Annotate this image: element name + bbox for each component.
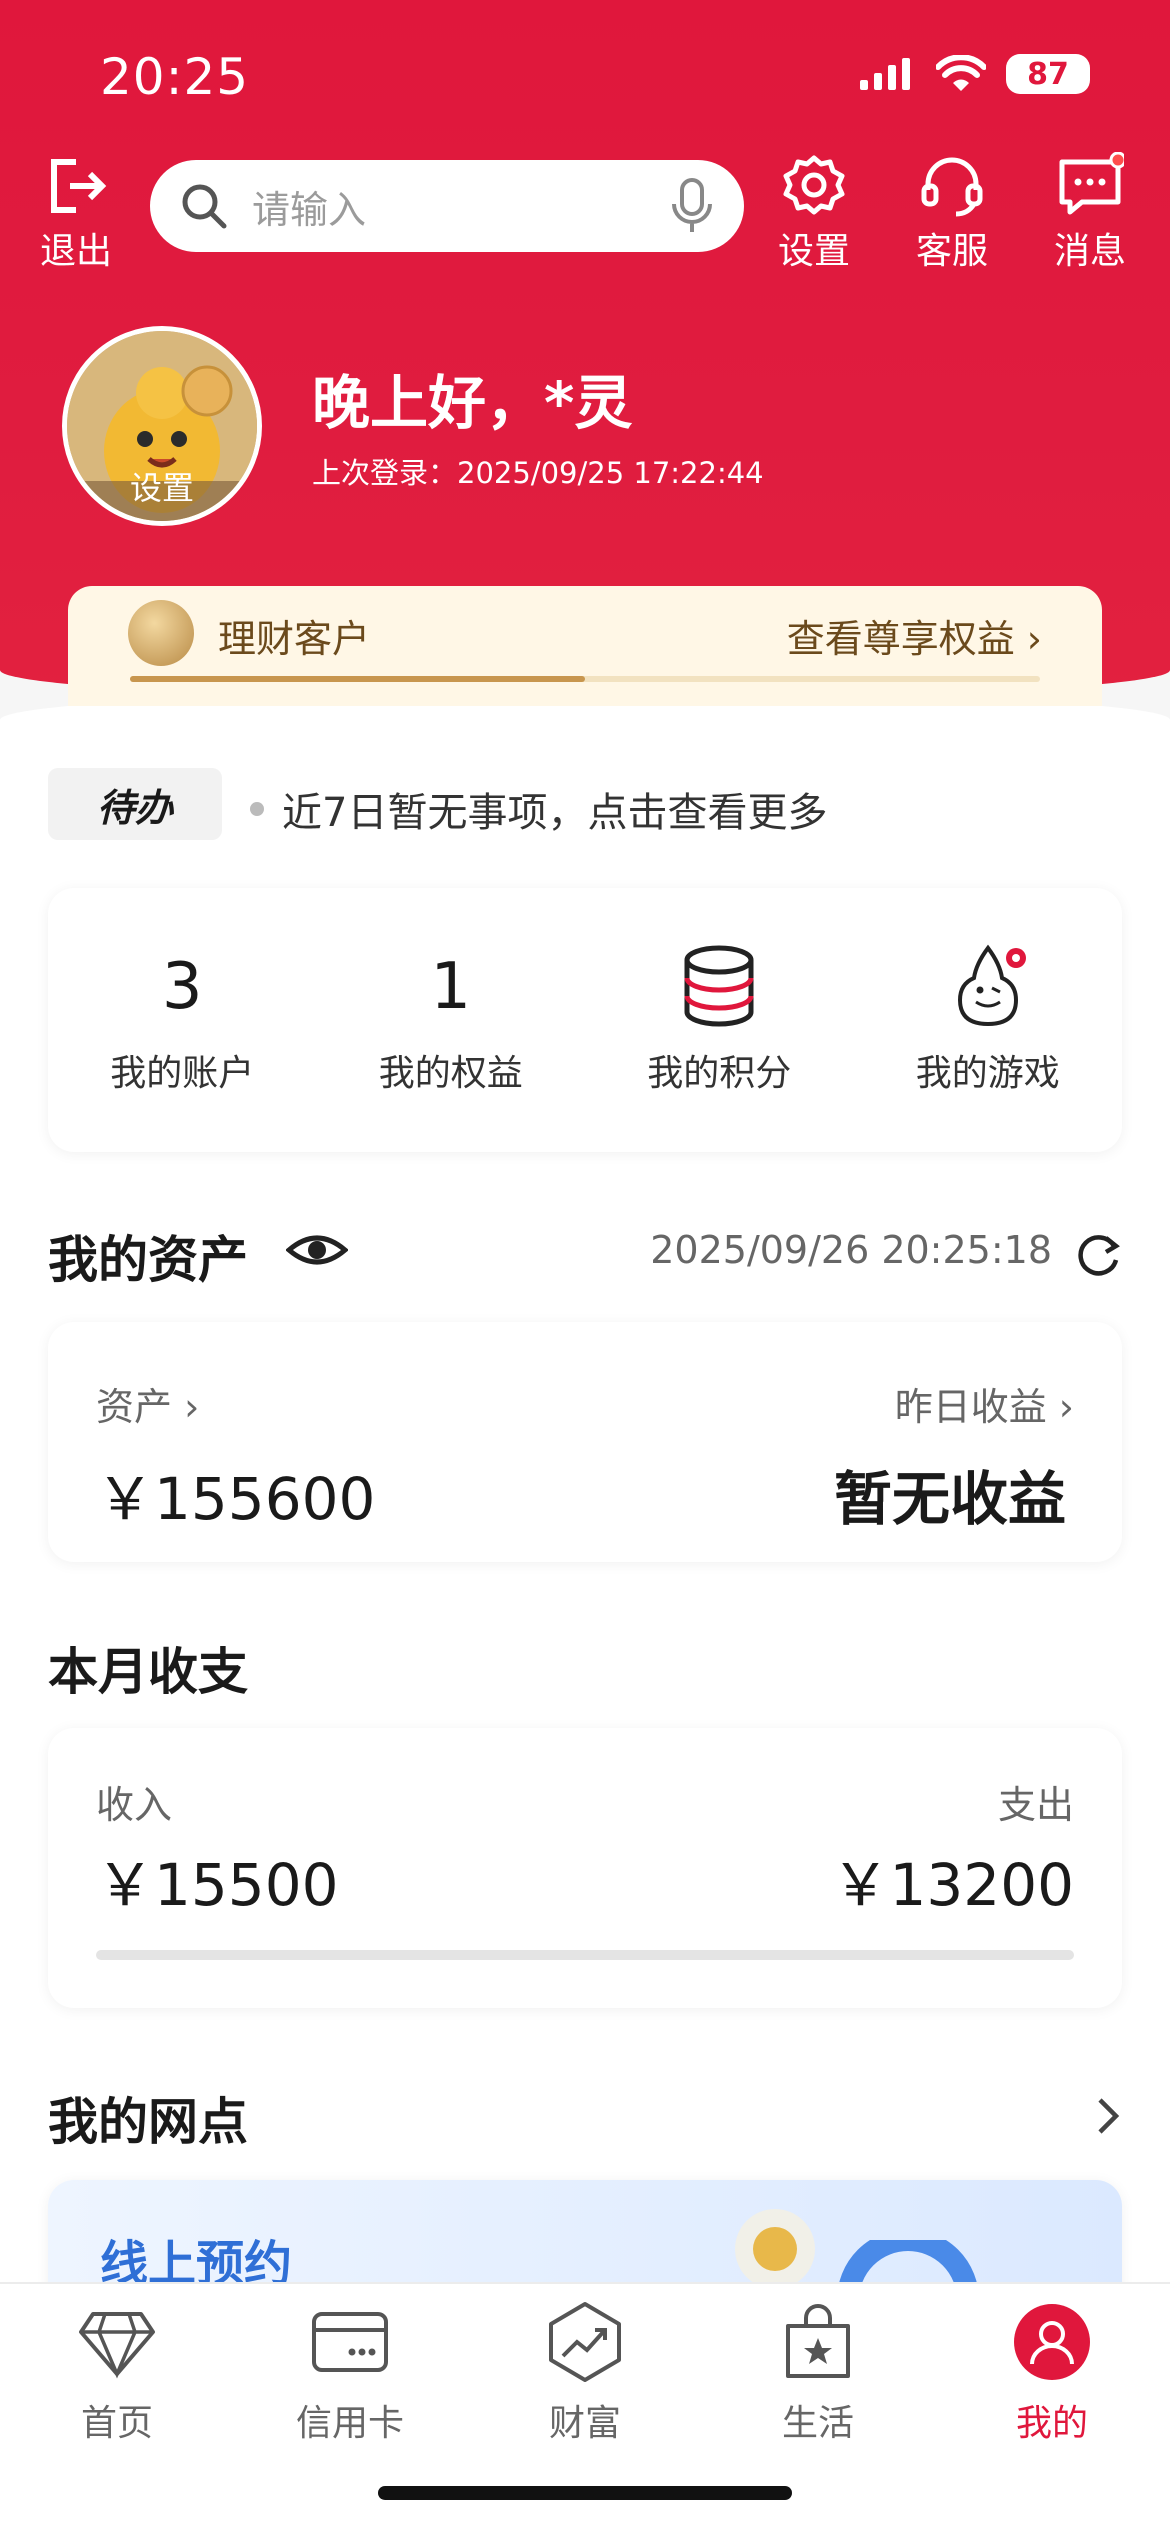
exit-icon — [51, 159, 107, 213]
vip-benefits-label: 查看尊享权益 — [786, 617, 1015, 661]
bullet-dot — [250, 802, 264, 816]
settings-label: 设置 — [778, 231, 851, 272]
tab-mine-label: 我的 — [1015, 2403, 1088, 2444]
user-icon — [1014, 2304, 1090, 2380]
tab-home-label: 首页 — [80, 2403, 153, 2444]
mascot-icon — [957, 944, 1026, 1027]
vip-progress-fill — [130, 676, 585, 682]
asset-label-link[interactable]: 资产 › — [96, 1376, 199, 1431]
tab-life[interactable]: 生活 — [728, 2300, 908, 2446]
last-login-text: 上次登录：2025/09/25 17:22:44 — [312, 456, 764, 490]
tab-wealth-label: 财富 — [548, 2403, 621, 2444]
accounts-count: 3 — [161, 950, 203, 1024]
vip-bar[interactable]: 理财客户 查看尊享权益 › — [68, 586, 1102, 706]
my-accounts[interactable]: 3 我的账户 — [48, 888, 317, 1152]
yesterday-earnings-link[interactable]: 昨日收益 › — [895, 1376, 1074, 1431]
yesterday-earnings-value: 暂无收益 — [833, 1465, 1066, 1533]
headset-icon — [921, 157, 983, 217]
microphone-icon[interactable] — [670, 176, 714, 236]
assets-card: 资产 › ￥155600 昨日收益 › 暂无收益 — [48, 1322, 1122, 1562]
database-icon — [684, 945, 754, 1027]
todo-message[interactable]: 近7日暂无事项，点击查看更多 — [250, 780, 827, 838]
search-input[interactable]: 请输入 — [252, 179, 670, 234]
message-icon — [1059, 152, 1124, 215]
wifi-icon — [936, 55, 986, 91]
status-time: 20:25 — [100, 48, 250, 106]
coin-icon — [735, 2209, 815, 2289]
exit-label: 退出 — [40, 231, 113, 272]
tab-home[interactable]: 首页 — [27, 2300, 207, 2446]
rights-label: 我的权益 — [378, 1053, 523, 1094]
diamond-icon — [79, 2312, 155, 2379]
rights-count: 1 — [430, 950, 472, 1024]
exit-button[interactable]: 退出 — [40, 152, 112, 274]
assets-timestamp: 2025/09/26 20:25:18 — [650, 1228, 1052, 1272]
vip-benefits-link[interactable]: 查看尊享权益 › — [787, 608, 1042, 663]
settings-button[interactable]: 设置 — [778, 152, 850, 274]
tab-credit-card[interactable]: 信用卡 — [260, 2300, 440, 2446]
accounts-label: 我的账户 — [110, 1053, 255, 1094]
avatar-settings-label: 设置 — [129, 469, 194, 507]
search-bar[interactable]: 请输入 — [150, 160, 744, 252]
games-label: 我的游戏 — [915, 1053, 1060, 1094]
tab-life-label: 生活 — [781, 2403, 854, 2444]
asset-value: ￥155600 — [96, 1465, 376, 1533]
quick-stats-card: 3 我的账户 1 我的权益 我的积分 我的游戏 — [48, 888, 1122, 1152]
trophy-icon — [128, 600, 194, 666]
avatar[interactable]: 设置 — [62, 326, 262, 526]
my-rights[interactable]: 1 我的权益 — [317, 888, 586, 1152]
income-expense-bar — [96, 1950, 1074, 1960]
messages-label: 消息 — [1054, 231, 1127, 272]
customer-service-button[interactable]: 客服 — [916, 152, 988, 274]
messages-button[interactable]: 消息 — [1054, 152, 1126, 274]
income-label: 收入 — [96, 1783, 173, 1827]
chart-icon — [549, 2302, 621, 2382]
signal-icon — [860, 58, 910, 90]
chevron-right-icon[interactable] — [1094, 2094, 1122, 2138]
income-value: ￥15500 — [96, 1851, 339, 1919]
assets-section-title: 我的资产 — [48, 1220, 248, 1292]
search-icon — [182, 184, 227, 229]
home-indicator — [378, 2486, 792, 2500]
todo-tag[interactable]: 待办 — [48, 768, 222, 840]
tab-wealth[interactable]: 财富 — [495, 2300, 675, 2446]
my-games[interactable]: 我的游戏 — [854, 888, 1123, 1152]
assets-title: 我的资产 — [48, 1231, 248, 1289]
expense-value: ￥13200 — [831, 1851, 1074, 1919]
service-label: 客服 — [916, 231, 989, 272]
bag-icon — [786, 2304, 850, 2378]
branch-section-title: 我的网点 — [48, 2093, 248, 2151]
status-icons: 87 — [858, 54, 1090, 94]
my-points[interactable]: 我的积分 — [585, 888, 854, 1152]
vip-level: 理财客户 — [218, 617, 371, 661]
card-icon — [312, 2312, 388, 2372]
asset-label: 资产 — [96, 1385, 173, 1429]
greeting-text: 晚上好，*灵 — [312, 369, 633, 437]
refresh-icon[interactable] — [1076, 1232, 1122, 1278]
battery-indicator: 87 — [1006, 54, 1090, 94]
todo-text: 近7日暂无事项，点击查看更多 — [282, 790, 828, 836]
monthly-card[interactable]: 收入 ￥15500 支出 ￥13200 — [48, 1728, 1122, 2008]
tab-mine[interactable]: 我的 — [962, 2300, 1142, 2446]
monthly-section-title: 本月收支 — [48, 1643, 248, 1701]
tab-credit-card-label: 信用卡 — [295, 2403, 404, 2444]
gear-icon — [783, 155, 845, 215]
yesterday-earnings-label: 昨日收益 — [894, 1385, 1047, 1429]
points-label: 我的积分 — [647, 1053, 792, 1094]
eye-icon[interactable] — [286, 1228, 348, 1272]
expense-label: 支出 — [997, 1783, 1074, 1827]
